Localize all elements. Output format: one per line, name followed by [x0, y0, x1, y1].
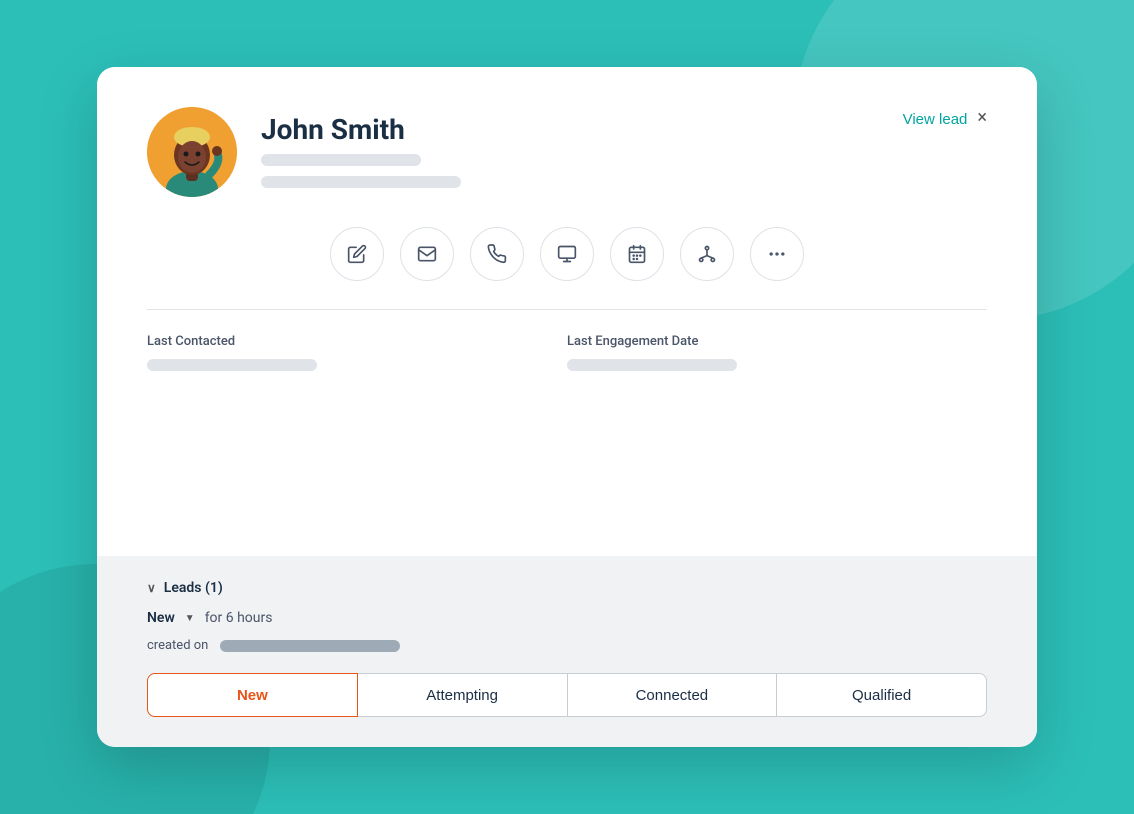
contact-name: John Smith: [261, 116, 461, 144]
section-divider: [147, 309, 987, 310]
avatar: [147, 107, 237, 197]
profile-info: John Smith: [261, 116, 461, 188]
screen-button[interactable]: [540, 227, 594, 281]
stage-new-button[interactable]: New: [147, 673, 358, 717]
lead-status-badge: New: [147, 610, 175, 626]
email-button[interactable]: [400, 227, 454, 281]
last-contacted-label: Last Contacted: [147, 334, 567, 349]
lead-duration: for 6 hours: [205, 610, 273, 626]
last-contacted-value: [147, 359, 317, 371]
leads-title: Leads (1): [164, 580, 223, 596]
close-button[interactable]: ×: [977, 107, 987, 128]
profile-left: John Smith: [147, 107, 461, 197]
status-row: New ▼ for 6 hours: [147, 610, 987, 626]
profile-subtitle-line2: [261, 176, 461, 188]
profile-header: John Smith View lead ×: [147, 107, 987, 197]
stage-attempting-button[interactable]: Attempting: [358, 673, 568, 717]
view-lead-button[interactable]: View lead: [903, 111, 968, 128]
more-button[interactable]: [750, 227, 804, 281]
leads-header: ∨ Leads (1): [147, 580, 987, 596]
stage-qualified-button[interactable]: Qualified: [777, 673, 987, 717]
info-row: Last Contacted Last Engagement Date: [147, 334, 987, 371]
stage-connected-button[interactable]: Connected: [568, 673, 778, 717]
action-icons-row: [147, 227, 987, 281]
contact-card: John Smith View lead ×: [97, 67, 1037, 747]
created-value-bar: [220, 640, 400, 652]
phone-button[interactable]: [470, 227, 524, 281]
card-top-section: John Smith View lead ×: [97, 67, 1037, 556]
last-engagement-value: [567, 359, 737, 371]
created-row: created on: [147, 638, 987, 653]
connect-button[interactable]: [680, 227, 734, 281]
created-label: created on: [147, 638, 208, 653]
card-bottom-section: ∨ Leads (1) New ▼ for 6 hours created on…: [97, 556, 1037, 747]
calendar-button[interactable]: [610, 227, 664, 281]
edit-button[interactable]: [330, 227, 384, 281]
header-actions: View lead ×: [903, 107, 987, 128]
last-engagement-col: Last Engagement Date: [567, 334, 987, 371]
last-contacted-col: Last Contacted: [147, 334, 567, 371]
status-dropdown-arrow[interactable]: ▼: [185, 613, 195, 624]
last-engagement-label: Last Engagement Date: [567, 334, 987, 349]
profile-subtitle-line1: [261, 154, 421, 166]
chevron-down-icon[interactable]: ∨: [147, 581, 156, 595]
stage-buttons-row: New Attempting Connected Qualified: [147, 673, 987, 717]
